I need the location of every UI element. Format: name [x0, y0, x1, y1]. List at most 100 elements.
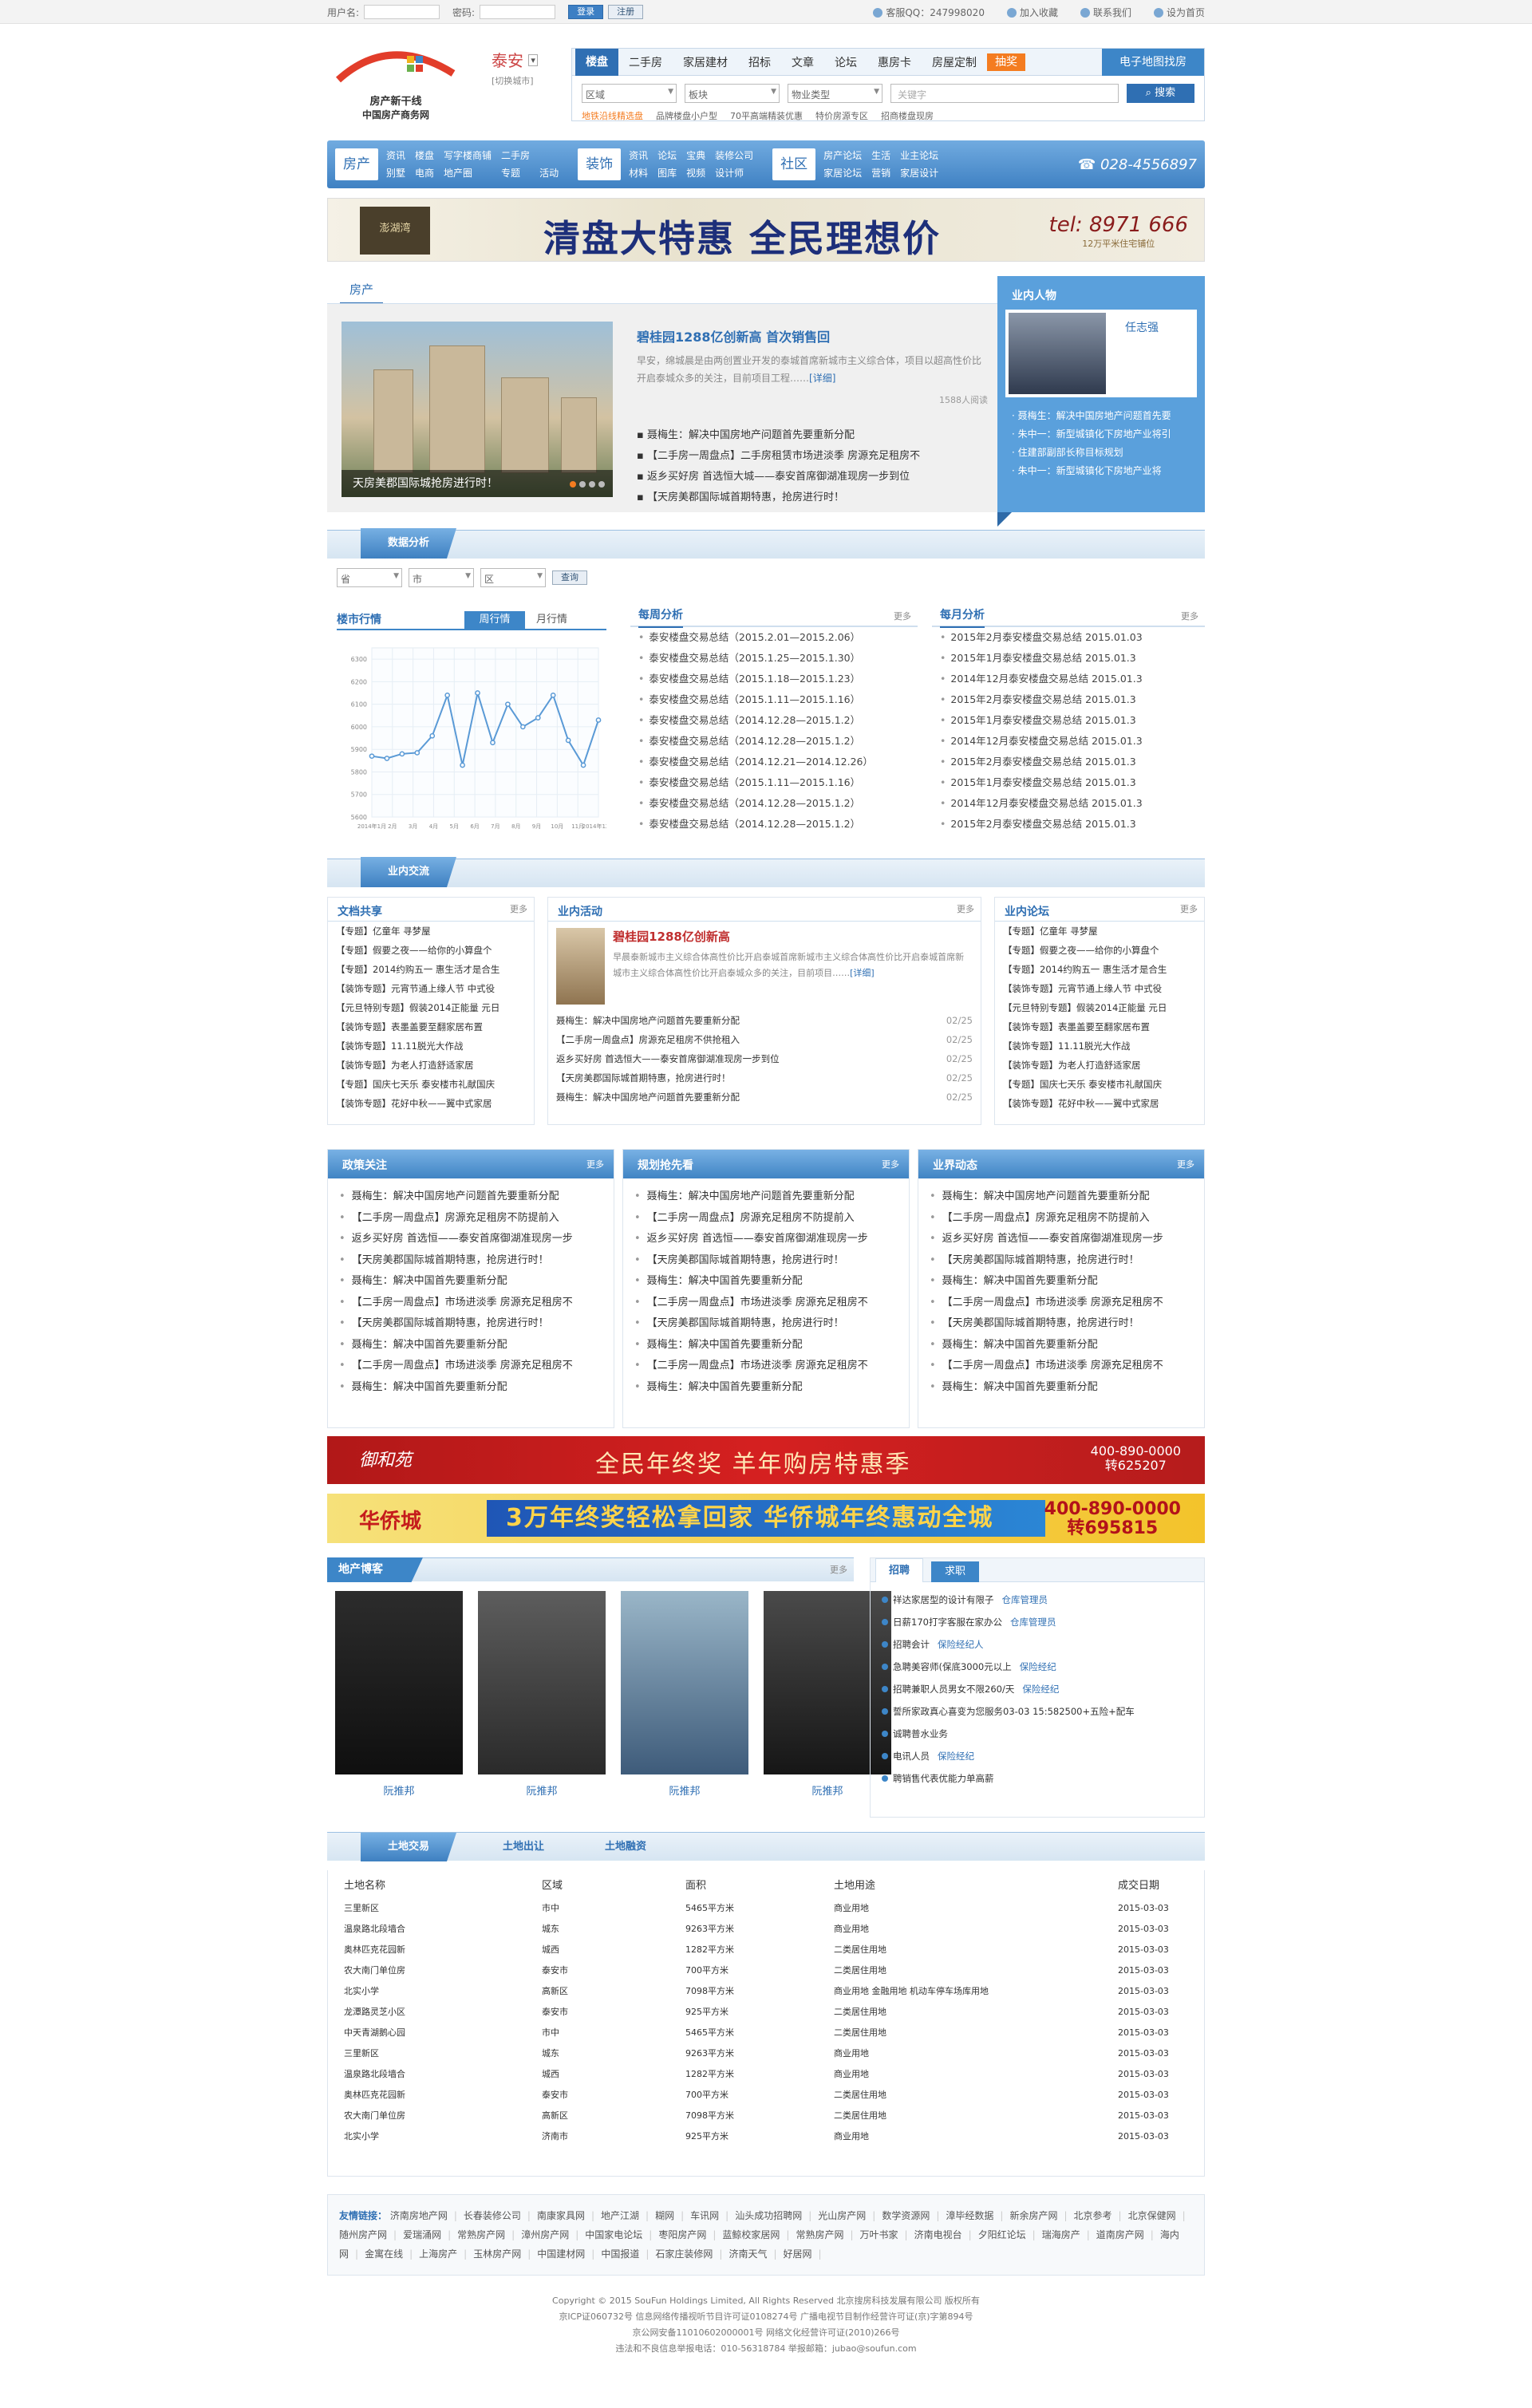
list-item[interactable]: 【天房美郡国际城首期特惠，抢房进行时！	[918, 1250, 1204, 1272]
friend-link[interactable]: 漳州房产网	[521, 2229, 569, 2240]
list-item[interactable]: 聂梅生：解决中国首先要重新分配	[328, 1271, 614, 1293]
channel-link[interactable]: 电商	[415, 164, 434, 182]
list-item[interactable]: 泰安楼盘交易总结（2014.12.21—2014.12.26）	[630, 752, 918, 772]
tab-week[interactable]: 周行情	[464, 611, 525, 629]
list-item[interactable]: 【装饰专题】花好中秋——翼中式家居	[328, 1094, 534, 1113]
friend-link[interactable]: 长春装修公司	[464, 2210, 521, 2221]
password-input[interactable]	[480, 5, 556, 19]
list-item[interactable]: 【元旦特别专题】假装2014正能量 元日	[328, 998, 534, 1017]
friend-link[interactable]: 南康家具网	[537, 2210, 585, 2221]
list-item[interactable]: 【二手房一周盘点】房源充足租房不防提前入	[623, 1208, 909, 1230]
list-item[interactable]: 泰安楼盘交易总结（2015.1.25—2015.1.30）	[630, 648, 918, 669]
carousel-dot[interactable]	[598, 481, 605, 488]
friend-link[interactable]: 上海房产	[419, 2248, 457, 2260]
city-selector[interactable]: 泰安 ▾ [切换城市]	[492, 48, 538, 87]
detail-link[interactable]: [详细]	[809, 373, 835, 384]
site-logo[interactable]: 房产新干线 中国房产商务网	[334, 41, 458, 121]
blogger-name[interactable]: 阮推邦	[621, 1782, 748, 1798]
list-item[interactable]: 02/25 聂梅生：解决中国房地产问题首先要重新分配	[548, 1088, 981, 1107]
list-item[interactable]: 祥达家居型的设计有限子 仓库管理员	[871, 1589, 1204, 1611]
blogger-name[interactable]: 阮推邦	[478, 1782, 606, 1798]
table-row[interactable]: 中天青湖鹅心园 市中 5465平方米 二类居住用地 2015-03-03	[344, 2022, 1190, 2043]
channel-link[interactable]: 家居设计	[900, 164, 938, 182]
tab-land-transfer[interactable]: 土地出让	[503, 1833, 544, 1861]
list-item[interactable]: 【装饰专题】表墨盖要至翻家居布置	[328, 1017, 534, 1036]
activity-headline[interactable]: 碧桂园1288亿创新高	[613, 928, 973, 945]
channel-link[interactable]: 家居论坛	[823, 164, 862, 182]
list-item[interactable]: 02/25 【天房美郡国际城首期特惠，抢房进行时！	[548, 1068, 981, 1088]
carousel-dot[interactable]	[579, 481, 586, 488]
channel-link[interactable]: 宝典	[686, 147, 705, 164]
table-row[interactable]: 农大南门单位房 高新区 7098平方米 二类居住用地 2015-03-03	[344, 2105, 1190, 2126]
table-row[interactable]: 农大南门单位房 泰安市 700平方米 二类居住用地 2015-03-03	[344, 1960, 1190, 1980]
table-row[interactable]: 三里新区 市中 5465平方米 商业用地 2015-03-03	[344, 1897, 1190, 1918]
list-item[interactable]: 泰安楼盘交易总结（2014.12.28—2015.1.2）	[630, 814, 918, 835]
friend-link[interactable]: 蓝鲸校家居网	[722, 2229, 780, 2240]
list-item[interactable]: 聂梅生：解决中国首先要重新分配	[328, 1377, 614, 1399]
friend-link[interactable]: 地产江湖	[601, 2210, 639, 2221]
channel-link[interactable]: 生活	[871, 147, 890, 164]
friend-link[interactable]: 爱瑞涌网	[403, 2229, 441, 2240]
list-item[interactable]: ▪ 【天房美郡国际城首期特惠，抢房进行时！	[637, 488, 988, 508]
friend-link[interactable]: 数学资源网	[882, 2210, 930, 2221]
list-item[interactable]: 【天房美郡国际城首期特惠，抢房进行时！	[918, 1313, 1204, 1335]
friend-link[interactable]: 夕阳红论坛	[978, 2229, 1026, 2240]
blogger-name[interactable]: 阮推邦	[335, 1782, 463, 1798]
carousel-dot[interactable]	[589, 481, 595, 488]
friend-link[interactable]: 玉林房产网	[473, 2248, 521, 2260]
list-item[interactable]: 聂梅生：解决中国首先要重新分配	[623, 1335, 909, 1356]
list-item[interactable]: 泰安楼盘交易总结（2015.1.11—2015.1.16）	[630, 772, 918, 793]
list-item[interactable]: 02/25 聂梅生：解决中国房地产问题首先要重新分配	[548, 1011, 981, 1030]
blogger-card[interactable]: 阮推邦	[621, 1591, 748, 1798]
nav-tab-6[interactable]: 惠房卡	[867, 54, 922, 70]
list-item[interactable]: 聂梅生：解决中国首先要重新分配	[623, 1377, 909, 1399]
friend-link[interactable]: 随州房产网	[339, 2229, 387, 2240]
channel-link[interactable]: 营销	[871, 164, 890, 182]
list-item[interactable]: 【二手房一周盘点】市场进淡季 房源充足租房不	[623, 1293, 909, 1314]
list-item[interactable]: 2014年12月泰安楼盘交易总结 2015.01.3	[932, 731, 1205, 752]
friend-link[interactable]: 常熟房产网	[457, 2229, 505, 2240]
nav-tab-1[interactable]: 二手房	[618, 54, 673, 70]
list-item[interactable]: ▪ 聂梅生：解决中国房地产问题首先要重新分配	[637, 425, 988, 446]
table-row[interactable]: 温泉路北段墙合 城东 9263平方米 商业用地 2015-03-03	[344, 1918, 1190, 1939]
list-item[interactable]: 【天房美郡国际城首期特惠，抢房进行时！	[623, 1250, 909, 1272]
job-company[interactable]: 保险经纪	[1020, 1661, 1056, 1672]
channel-link[interactable]: 二手房	[501, 147, 530, 164]
list-item[interactable]: 招聘兼职人员男女不限260/天 保险经纪	[871, 1678, 1204, 1700]
table-row[interactable]: 龙潭路灵芝小区 泰安市 925平方米 二类居住用地 2015-03-03	[344, 2001, 1190, 2022]
list-item[interactable]: 【二手房一周盘点】市场进淡季 房源充足租房不	[328, 1293, 614, 1314]
table-row[interactable]: 奥林匹克花园新 泰安市 700平方米 二类居住用地 2015-03-03	[344, 2084, 1190, 2105]
person-card[interactable]: 任志强	[1005, 310, 1197, 397]
list-item[interactable]: 【装饰专题】为老人打造舒适家居	[328, 1056, 534, 1075]
docs-more[interactable]: 更多	[510, 902, 527, 915]
friend-link[interactable]: 漳毕经数据	[946, 2210, 993, 2221]
carousel-dot[interactable]	[570, 481, 576, 488]
keyword-input[interactable]: 关键字	[890, 84, 1119, 103]
search-button[interactable]: ⌕ 搜索	[1126, 84, 1194, 103]
friend-link[interactable]: 瑞海房产	[1042, 2229, 1080, 2240]
list-item[interactable]: 招聘会计 保险经纪人	[871, 1633, 1204, 1656]
nav-tab-4[interactable]: 文章	[781, 54, 824, 70]
list-item[interactable]: 【专题】假要之夜——给你的小算盘个	[328, 941, 534, 960]
list-item[interactable]: 【装饰专题】花好中秋——翼中式家居	[995, 1094, 1204, 1113]
province-select[interactable]: 省	[337, 568, 402, 587]
hot-link-3[interactable]: 特价房源专区	[815, 109, 868, 122]
list-item[interactable]: 2015年2月泰安楼盘交易总结 2015.01.03	[932, 627, 1205, 648]
blog-more[interactable]: 更多	[830, 1563, 847, 1576]
friend-link[interactable]: 万叶书家	[860, 2229, 898, 2240]
friend-link[interactable]: 中国建材网	[537, 2248, 585, 2260]
list-item[interactable]: 【专题】亿童年 寻梦屋	[328, 922, 534, 941]
list-item[interactable]: 泰安楼盘交易总结（2014.12.28—2015.1.2）	[630, 731, 918, 752]
friend-link[interactable]: 常熟房产网	[796, 2229, 843, 2240]
nav-tab-0[interactable]: 楼盘	[575, 48, 618, 76]
nav-tab-5[interactable]: 论坛	[824, 54, 867, 70]
list-item[interactable]: 2015年2月泰安楼盘交易总结 2015.01.3	[932, 752, 1205, 772]
featured-photo[interactable]: 天房美郡国际城抢房进行时！	[342, 322, 613, 497]
friend-link[interactable]: 好居网	[784, 2248, 812, 2260]
table-row[interactable]: 北实小学 高新区 7098平方米 商业用地 金融用地 机动车停车场库用地 2015-03…	[344, 1980, 1190, 2001]
house-headline[interactable]: 碧桂园1288亿创新高 首次销售回	[637, 326, 988, 345]
table-row[interactable]: 北实小学 济南市 925平方米 商业用地 2015-03-03	[344, 2126, 1190, 2146]
list-item[interactable]: ▪ 【二手房一周盘点】二手房租赁市场进淡季 房源充足租房不	[637, 446, 988, 467]
channel-link[interactable]: 活动	[539, 164, 559, 182]
list-item[interactable]: 2015年1月泰安楼盘交易总结 2015.01.3	[932, 710, 1205, 731]
